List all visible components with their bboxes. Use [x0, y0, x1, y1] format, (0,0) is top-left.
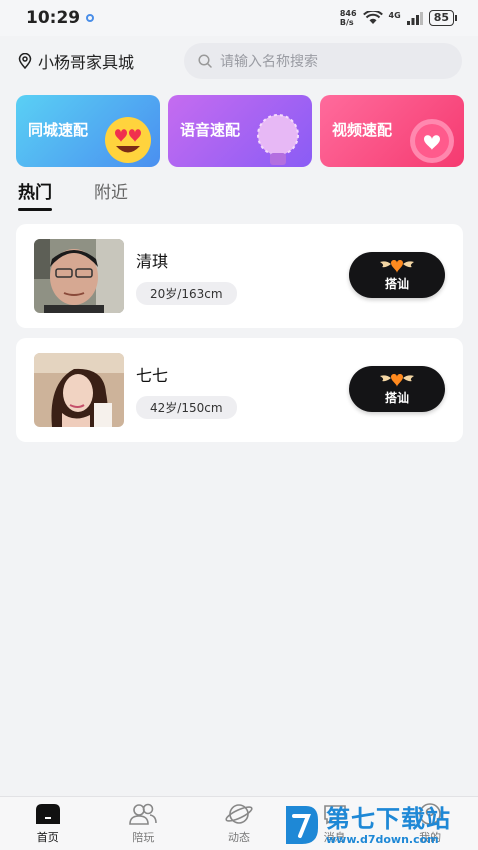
greet-button-label: 搭讪	[384, 391, 409, 405]
location-pin-icon	[18, 53, 32, 69]
user-age-height: 20岁/163cm	[136, 281, 237, 305]
user-card[interactable]: 清琪 20岁/163cm 搭讪	[16, 224, 463, 328]
nav-moments-label: 动态	[227, 831, 250, 844]
status-left: 10:29	[26, 8, 95, 28]
location-selector[interactable]: 小杨哥家具城	[18, 49, 184, 73]
network-speed-value: 846	[339, 9, 357, 18]
search-placeholder: 请输入名称搜索	[220, 54, 318, 70]
avatar-photo-woman	[34, 353, 124, 427]
notification-icon	[86, 14, 95, 22]
clock: 10:29	[26, 8, 81, 28]
search-icon	[198, 54, 212, 68]
watermark-url: www.d7down.com	[326, 832, 439, 846]
search-input[interactable]: 请输入名称搜索	[184, 43, 462, 79]
quick-match-video-label: 视频速配	[332, 121, 393, 139]
network-speed: 846 B/s	[340, 9, 357, 27]
quick-match-city-label: 同城速配	[28, 121, 89, 139]
quick-match-video[interactable]: 视频速配	[320, 95, 464, 167]
greet-button-label: 搭讪	[384, 277, 409, 291]
tab-hot[interactable]: 热门	[18, 178, 52, 211]
tab-nearby[interactable]: 附近	[94, 178, 128, 211]
status-bar: 10:29 846 B/s 4G 85	[0, 0, 478, 36]
battery-indicator: 85	[428, 10, 458, 26]
planet-icon	[225, 804, 253, 824]
avatar[interactable]	[34, 353, 124, 427]
user-card[interactable]: 七七 42岁/150cm 搭讪	[16, 338, 463, 442]
avatar-photo-man	[34, 239, 124, 313]
top-bar: 小杨哥家具城 请输入名称搜索	[0, 40, 478, 82]
quick-match-city[interactable]: 同城速配	[16, 95, 160, 167]
nav-companion[interactable]: 陪玩	[108, 802, 178, 845]
greet-button[interactable]: 搭讪	[349, 252, 445, 298]
user-info: 七七 42岁/150cm	[136, 362, 237, 419]
nav-moments[interactable]: 动态	[204, 802, 274, 845]
site-watermark: 第七下载站 www.d7down.com	[282, 800, 478, 850]
nav-home-label: 首页	[36, 831, 59, 844]
status-right: 846 B/s 4G 85	[340, 9, 458, 27]
nav-companion-label: 陪玩	[132, 831, 155, 844]
quick-match-voice-label: 语音速配	[180, 121, 241, 139]
microphone-icon	[257, 114, 299, 165]
home-icon	[35, 804, 60, 824]
greet-button[interactable]: 搭讪	[349, 366, 445, 412]
watermark-logo-icon	[286, 806, 318, 844]
quick-match-voice[interactable]: 语音速配	[168, 95, 312, 167]
wifi-icon	[362, 11, 383, 24]
users-icon	[129, 803, 158, 825]
location-label: 小杨哥家具城	[38, 53, 135, 72]
signal-icon	[406, 11, 423, 25]
watermark-text: 第七下载站 www.d7down.com	[326, 805, 451, 846]
user-name: 七七	[136, 365, 169, 385]
watermark-title: 第七下载站	[326, 804, 451, 833]
user-name: 清琪	[136, 251, 169, 271]
user-info: 清琪 20岁/163cm	[136, 248, 237, 305]
user-list: 清琪 20岁/163cm 搭讪 七七 42岁/150cm 搭讪	[16, 224, 463, 452]
avatar[interactable]	[34, 239, 124, 313]
feed-tabs: 热门 附近	[18, 178, 128, 211]
heart-eyes-emoji-icon	[105, 117, 151, 163]
network-type: 4G	[388, 11, 401, 20]
winged-heart-icon	[380, 260, 414, 273]
nav-home[interactable]: 首页	[13, 802, 83, 845]
heart-bubble-icon	[410, 119, 454, 163]
winged-heart-icon	[380, 374, 414, 387]
quick-match-cards: 同城速配 语音速配 视频速配	[16, 95, 464, 167]
user-age-height: 42岁/150cm	[136, 395, 237, 419]
network-speed-unit: B/s	[339, 18, 354, 27]
